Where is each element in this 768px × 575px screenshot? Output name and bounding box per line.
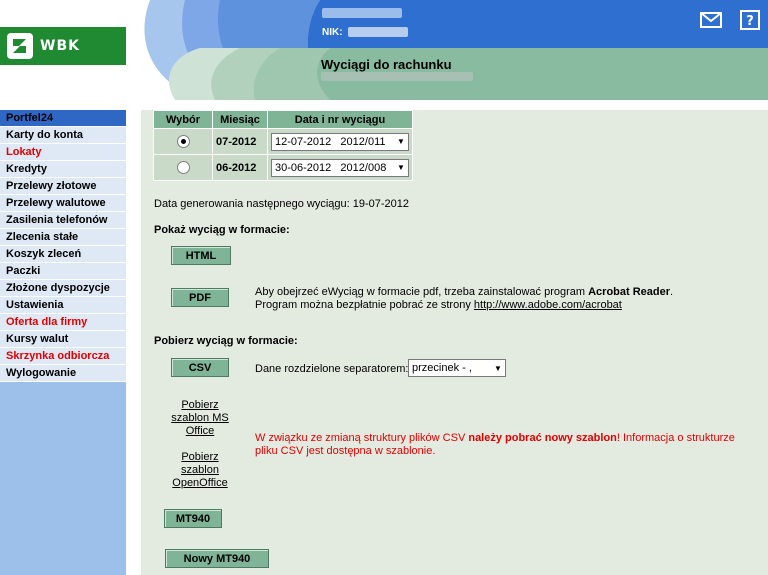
customer-name-redacted xyxy=(322,8,402,18)
template-link-line[interactable]: OpenOffice xyxy=(172,477,227,489)
template-link-line[interactable]: szablon MS xyxy=(171,412,228,424)
month-cell: 07-2012 xyxy=(212,128,268,155)
logo-mark-icon xyxy=(7,33,33,59)
month-cell: 06-2012 xyxy=(212,154,268,181)
sidebar-item-kursy-walut[interactable]: Kursy walut xyxy=(0,331,126,348)
pdf-info: Aby obejrzeć eWyciąg w formacie pdf, trz… xyxy=(255,286,674,311)
mail-icon[interactable] xyxy=(700,10,722,30)
download-format-heading: Pobierz wyciąg w formacie: xyxy=(154,335,298,347)
sidebar-item-zlecenia-stałe[interactable]: Zlecenia stałe xyxy=(0,229,126,246)
csv-notice-text-2: ! Informacja o strukturze xyxy=(616,432,735,444)
sidebar-item-przelewy-walutowe[interactable]: Przelewy walutowe xyxy=(0,195,126,212)
mt940-button[interactable]: MT940 xyxy=(164,509,222,528)
ms-office-template-link[interactable]: Pobierz szablon MS Office xyxy=(169,399,231,438)
statement-table: Wybór Miesiąc Data i nr wyciągu 07-2012 … xyxy=(153,110,413,181)
sidebar-menu: Portfel24 Karty do konta Lokaty Kredyty Prze… xyxy=(0,110,126,575)
sidebar-item-karty-do-konta[interactable]: Karty do konta xyxy=(0,127,126,144)
account-number-redacted xyxy=(321,72,473,81)
statement-select[interactable]: 12-07-2012 2012/011 ▼ xyxy=(271,132,409,151)
select-cell[interactable] xyxy=(153,128,213,155)
template-link-line[interactable]: Pobierz xyxy=(181,451,218,463)
csv-notice-text-3: pliku CSV jest dostępna w szablonie. xyxy=(255,445,436,457)
bank-logo[interactable]: WBK xyxy=(0,27,126,65)
chevron-down-icon: ▼ xyxy=(397,163,405,172)
main-content: Wybór Miesiąc Data i nr wyciągu 07-2012 … xyxy=(141,110,768,575)
page-title: Wyciągi do rachunku xyxy=(321,57,452,72)
table-header-row: Wybór Miesiąc Data i nr wyciągu xyxy=(153,110,413,129)
sidebar-item-przelewy-złotowe[interactable]: Przelewy złotowe xyxy=(0,178,126,195)
sidebar-item-oferta-dla-firmy[interactable]: Oferta dla firmy xyxy=(0,314,126,331)
acrobat-reader-name: Acrobat Reader xyxy=(588,286,671,298)
sidebar-item-ustawienia[interactable]: Ustawienia xyxy=(0,297,126,314)
template-link-line[interactable]: szablon xyxy=(181,464,219,476)
show-format-heading: Pokaż wyciąg w formacie: xyxy=(154,224,290,236)
sidebar-item-zasilenia-telefonów[interactable]: Zasilenia telefonów xyxy=(0,212,126,229)
sidebar-item-złożone-dyspozycje[interactable]: Złożone dyspozycje xyxy=(0,280,126,297)
sidebar-item-portfel24[interactable]: Portfel24 xyxy=(0,110,126,127)
openoffice-template-link[interactable]: Pobierz szablon OpenOffice xyxy=(169,451,231,490)
table-row[interactable]: 06-2012 30-06-2012 2012/008 ▼ xyxy=(153,154,413,181)
csv-notice-bold: należy pobrać nowy szablon xyxy=(468,432,617,444)
statement-cell: 12-07-2012 2012/011 ▼ xyxy=(267,128,413,155)
next-statement-date: Data generowania następnego wyciągu: 19-… xyxy=(154,198,410,210)
statement-select-value: 30-06-2012 2012/008 xyxy=(275,161,387,174)
adobe-link[interactable]: http://www.adobe.com/acrobat xyxy=(474,299,622,311)
header: WBK NIK: Wyciągi do rachunku ? xyxy=(0,0,768,100)
sidebar-item-paczki[interactable]: Paczki xyxy=(0,263,126,280)
template-link-line[interactable]: Office xyxy=(186,425,215,437)
csv-button[interactable]: CSV xyxy=(171,358,229,377)
logo-text: WBK xyxy=(40,38,80,54)
separator-select[interactable]: przecinek - , ▼ xyxy=(408,359,506,377)
sidebar-item-lokaty[interactable]: Lokaty xyxy=(0,144,126,161)
chevron-down-icon: ▼ xyxy=(494,363,502,373)
nik-label: NIK: xyxy=(322,27,343,38)
csv-notice: W związku ze zmianą struktury plików CSV… xyxy=(255,432,755,458)
sidebar-item-koszyk-zleceń[interactable]: Koszyk zleceń xyxy=(0,246,126,263)
statement-select[interactable]: 30-06-2012 2012/008 ▼ xyxy=(271,158,409,177)
csv-notice-text: W związku ze zmianą struktury plików CSV xyxy=(255,432,469,444)
table-row[interactable]: 07-2012 12-07-2012 2012/011 ▼ xyxy=(153,128,413,155)
pdf-info-text-2: Program można bezpłatnie pobrać ze stron… xyxy=(255,299,474,311)
column-header: Wybór xyxy=(153,110,213,129)
column-header: Data i nr wyciągu xyxy=(267,110,413,129)
nik-value-redacted xyxy=(348,27,408,37)
sidebar-item-skrzynka-odbiorcza[interactable]: Skrzynka odbiorcza xyxy=(0,348,126,365)
sidebar-item-wylogowanie[interactable]: Wylogowanie xyxy=(0,365,126,382)
select-cell[interactable] xyxy=(153,154,213,181)
statement-radio-selected[interactable] xyxy=(176,135,190,148)
help-icon[interactable]: ? xyxy=(739,10,761,30)
separator-select-value: przecinek - , xyxy=(412,362,472,374)
sidebar-item-kredyty[interactable]: Kredyty xyxy=(0,161,126,178)
pdf-button[interactable]: PDF xyxy=(171,288,229,307)
column-header: Miesiąc xyxy=(212,110,268,129)
new-mt940-button[interactable]: Nowy MT940 xyxy=(165,549,269,568)
template-link-line[interactable]: Pobierz xyxy=(181,399,218,411)
statement-radio[interactable] xyxy=(176,161,190,174)
html-button[interactable]: HTML xyxy=(171,246,231,265)
statement-select-value: 12-07-2012 2012/011 xyxy=(275,135,386,148)
svg-text:?: ? xyxy=(746,14,754,29)
statement-cell: 30-06-2012 2012/008 ▼ xyxy=(267,154,413,181)
chevron-down-icon: ▼ xyxy=(397,137,405,146)
separator-label: Dane rozdzielone separatorem: xyxy=(255,363,409,375)
pdf-info-text: Aby obejrzeć eWyciąg w formacie pdf, trz… xyxy=(255,286,589,298)
